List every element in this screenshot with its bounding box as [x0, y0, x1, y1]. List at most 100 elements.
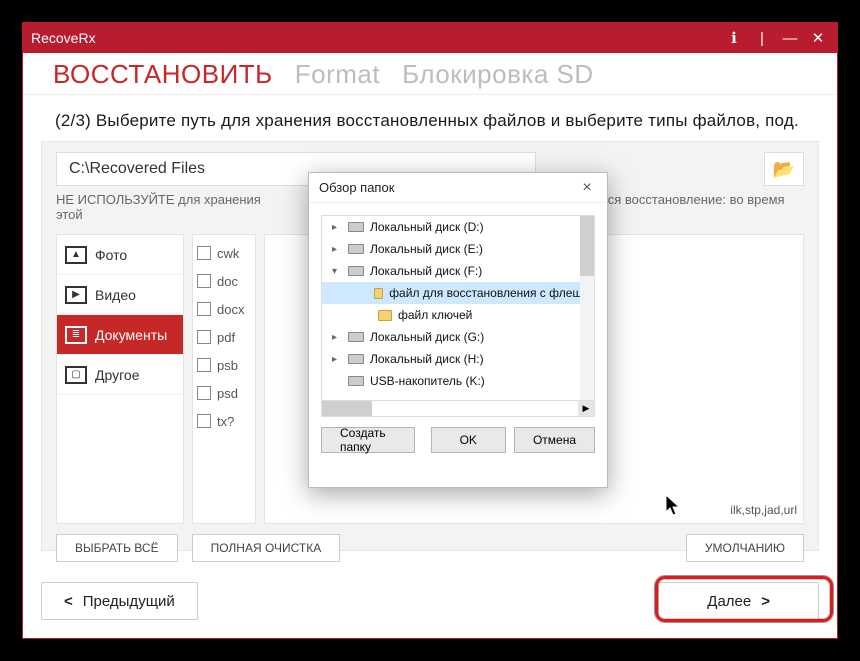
- category-label: Другое: [95, 367, 139, 383]
- ext-checkbox[interactable]: [197, 274, 211, 288]
- drive-icon: [348, 354, 364, 364]
- tree-node-label: файл для восстановления с флешки: [389, 286, 594, 300]
- titlebar-controls: ℹ | — ✕: [723, 27, 829, 49]
- category-label: Документы: [95, 327, 167, 343]
- tree-drive-node[interactable]: USB-накопитель (K:): [322, 370, 594, 392]
- ext-checkbox[interactable]: [197, 358, 211, 372]
- dialog-close-button[interactable]: ×: [577, 178, 597, 198]
- tree-folder-node[interactable]: файл ключей: [322, 304, 594, 326]
- next-label: Далее: [707, 593, 751, 610]
- tree-folder-node[interactable]: файл для восстановления с флешки: [322, 282, 594, 304]
- ext-item[interactable]: pdf: [197, 323, 251, 351]
- mouse-cursor-icon: [665, 494, 683, 518]
- tree-node-label: файл ключей: [398, 308, 472, 322]
- tree-drive-node[interactable]: ▸ Локальный диск (D:): [322, 216, 594, 238]
- ext-item[interactable]: cwk: [197, 239, 251, 267]
- drive-icon: [348, 244, 364, 254]
- expand-toggle[interactable]: ▸: [332, 222, 342, 233]
- drive-icon: [348, 222, 364, 232]
- ext-checkbox[interactable]: [197, 386, 211, 400]
- tree-drive-node[interactable]: ▸ Локальный диск (E:): [322, 238, 594, 260]
- expand-toggle[interactable]: ▸: [332, 244, 342, 255]
- prev-label: Предыдущий: [83, 593, 175, 610]
- category-label: Фото: [95, 247, 127, 263]
- folder-tree[interactable]: ▸ Локальный диск (D:) ▸ Локальный диск (E:)…: [321, 215, 595, 401]
- defaults-button[interactable]: УМОЛЧАНИЮ: [686, 534, 804, 562]
- ext-checkbox[interactable]: [197, 330, 211, 344]
- ext-checkbox[interactable]: [197, 246, 211, 260]
- folder-browse-dialog: Обзор папок × ▸ Локальный диск (D:) ▸ Локал…: [308, 172, 608, 488]
- dialog-title: Обзор папок: [319, 180, 394, 195]
- divider-icon: |: [751, 27, 773, 49]
- tree-drive-node[interactable]: ▸ Локальный диск (G:): [322, 326, 594, 348]
- prev-button[interactable]: < Предыдущий: [41, 582, 198, 620]
- ext-item[interactable]: psd: [197, 379, 251, 407]
- category-other[interactable]: ▢ Другое: [57, 355, 183, 395]
- ext-checkbox[interactable]: [197, 302, 211, 316]
- documents-icon: ≣: [65, 326, 87, 344]
- ext-item[interactable]: doc: [197, 267, 251, 295]
- folder-icon: [374, 288, 383, 299]
- ext-checkbox[interactable]: [197, 414, 211, 428]
- cancel-button[interactable]: Отмена: [514, 427, 595, 453]
- other-icon: ▢: [65, 366, 87, 384]
- app-title: RecoveRx: [31, 30, 723, 46]
- tree-node-label: Локальный диск (E:): [370, 242, 483, 256]
- expand-toggle[interactable]: ▸: [332, 354, 342, 365]
- drive-icon: [348, 332, 364, 342]
- tree-scrollbar-thumb[interactable]: [580, 216, 594, 276]
- extensions-column: cwk doc docx pdf psb psd tx?: [192, 234, 256, 524]
- expand-toggle[interactable]: ▸: [332, 332, 342, 343]
- hscroll-right-arrow[interactable]: ▶: [578, 401, 594, 416]
- ext-label: psd: [217, 386, 238, 401]
- info-icon[interactable]: ℹ: [723, 27, 745, 49]
- ext-label: pdf: [217, 330, 235, 345]
- select-all-button[interactable]: ВЫБРАТЬ ВСЁ: [56, 534, 178, 562]
- next-button[interactable]: Далее >: [658, 582, 819, 620]
- expand-toggle[interactable]: ▾: [332, 266, 342, 277]
- tree-node-label: Локальный диск (G:): [370, 330, 484, 344]
- tree-drive-node[interactable]: ▾Локальный диск (F:): [322, 260, 594, 282]
- tab-lock[interactable]: Блокировка SD: [402, 59, 594, 94]
- ext-label: cwk: [217, 246, 239, 261]
- tabs: ВОССТАНОВИТЬ Format Блокировка SD: [23, 53, 837, 95]
- category-documents[interactable]: ≣ Документы: [57, 315, 183, 355]
- ok-button[interactable]: OK: [431, 427, 506, 453]
- ext-label: docx: [217, 302, 244, 317]
- tree-hscroll[interactable]: ▶: [321, 401, 595, 417]
- footer: < Предыдущий Далее >: [41, 576, 819, 626]
- tree-drive-node[interactable]: ▸ Локальный диск (H:): [322, 348, 594, 370]
- ext-label: doc: [217, 274, 238, 289]
- category-list: ▲ Фото ▶ Видео ≣ Документы ▢ Другое: [56, 234, 184, 524]
- ext-item[interactable]: docx: [197, 295, 251, 323]
- instruction-text: (2/3) Выберите путь для хранения восстан…: [23, 95, 837, 141]
- ext-item[interactable]: psb: [197, 351, 251, 379]
- tab-format[interactable]: Format: [295, 59, 380, 94]
- hscroll-thumb[interactable]: [322, 401, 372, 416]
- ext-label: psb: [217, 358, 238, 373]
- photo-icon: ▲: [65, 246, 87, 264]
- tree-node-label: USB-накопитель (K:): [370, 374, 485, 388]
- browse-button[interactable]: 📂: [764, 152, 804, 186]
- right-extensions-text: ilk,stp,jad,url: [730, 503, 797, 517]
- category-photo[interactable]: ▲ Фото: [57, 235, 183, 275]
- full-clear-button[interactable]: ПОЛНАЯ ОЧИСТКА: [192, 534, 341, 562]
- category-label: Видео: [95, 287, 136, 303]
- ext-label: tx?: [217, 414, 234, 429]
- new-folder-button[interactable]: Создать папку: [321, 427, 415, 453]
- tab-recover[interactable]: ВОССТАНОВИТЬ: [53, 59, 273, 94]
- tree-scrollbar[interactable]: [580, 216, 594, 400]
- titlebar: RecoveRx ℹ | — ✕: [23, 23, 837, 53]
- dialog-buttons: Создать папку OK Отмена: [309, 417, 607, 463]
- category-video[interactable]: ▶ Видео: [57, 275, 183, 315]
- drive-icon: [348, 266, 364, 276]
- ext-item[interactable]: tx?: [197, 407, 251, 435]
- tree-node-label: Локальный диск (H:): [370, 352, 484, 366]
- tree-node-label: Локальный диск (D:): [370, 220, 484, 234]
- dialog-titlebar: Обзор папок ×: [309, 173, 607, 203]
- folder-open-icon: 📂: [773, 159, 795, 180]
- minimize-button[interactable]: —: [779, 27, 801, 49]
- close-button[interactable]: ✕: [807, 27, 829, 49]
- drive-icon: [348, 376, 364, 386]
- chevron-left-icon: <: [64, 593, 73, 610]
